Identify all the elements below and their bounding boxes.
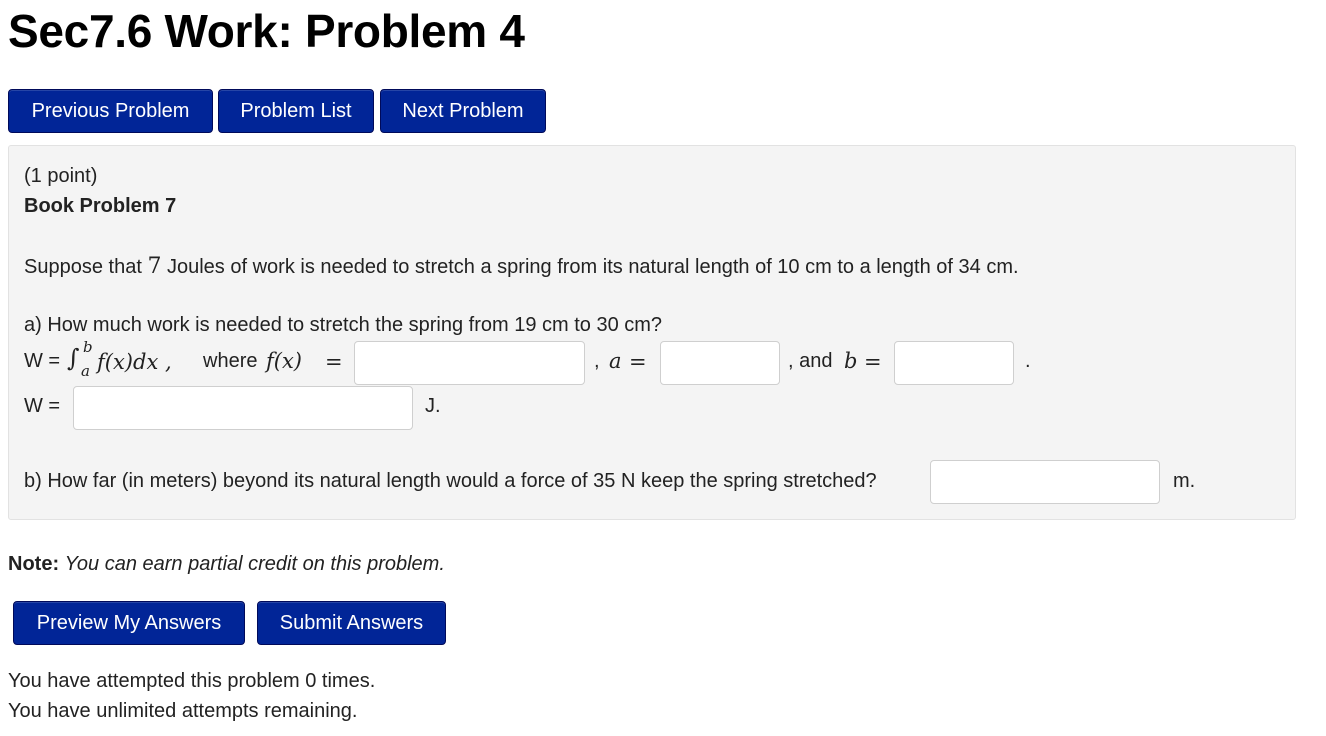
equals-sign: = [325,350,343,374]
w-result-label: W = [24,395,61,417]
joules-unit: J. [425,395,441,417]
problem-list-button[interactable]: Problem List [218,89,374,133]
where-label: where [203,350,258,372]
points-label: (1 point) [24,165,98,187]
statement-number: 7 [147,254,162,279]
problem-box: (1 point) Book Problem 7 Suppose that 7 … [8,145,1296,520]
book-problem-heading: Book Problem 7 [24,195,177,217]
note-label: Note: [8,553,60,575]
next-problem-button[interactable]: Next Problem [380,89,546,133]
integrand: f(x)dx , [97,350,172,374]
preview-answers-button[interactable]: Preview My Answers [13,601,245,645]
formula-period: . [1025,350,1031,372]
a-variable: a [609,349,622,373]
note-text: You can earn partial credit on this prob… [64,553,445,575]
integral-upper-limit: b [83,338,93,356]
w-input[interactable] [73,386,413,430]
w-equals-label: W = [24,350,61,372]
attempts-remaining-text: You have unlimited attempts remaining. [8,700,358,722]
part-a-question: a) How much work is needed to stretch th… [24,314,663,336]
a-input[interactable] [660,341,780,385]
statement-pre: Suppose that [24,256,148,278]
b-variable: b [844,349,858,373]
page-title: Sec7.6 Work: Problem 4 [8,5,525,57]
distance-input[interactable] [930,460,1160,504]
fx-symbol: f(x) [266,349,303,373]
a-equals-sign: = [629,350,647,374]
partial-credit-note: Note: You can earn partial credit on thi… [8,553,445,576]
statement-post: Joules of work is needed to stretch a sp… [161,256,1019,278]
attempts-count-text: You have attempted this problem 0 times. [8,670,376,692]
problem-statement: Suppose that 7 Joules of work is needed … [24,254,1019,279]
b-input[interactable] [894,341,1014,385]
meters-unit: m. [1173,470,1196,492]
submit-answers-button[interactable]: Submit Answers [257,601,446,645]
previous-problem-button[interactable]: Previous Problem [8,89,213,133]
part-b-question: b) How far (in meters) beyond its natura… [24,470,877,492]
b-equals-sign: = [864,350,882,374]
comma-a-label: , [594,350,600,372]
and-b-label: , and [788,350,833,372]
integral-lower-limit: a [81,362,90,380]
fx-input[interactable] [354,341,585,385]
